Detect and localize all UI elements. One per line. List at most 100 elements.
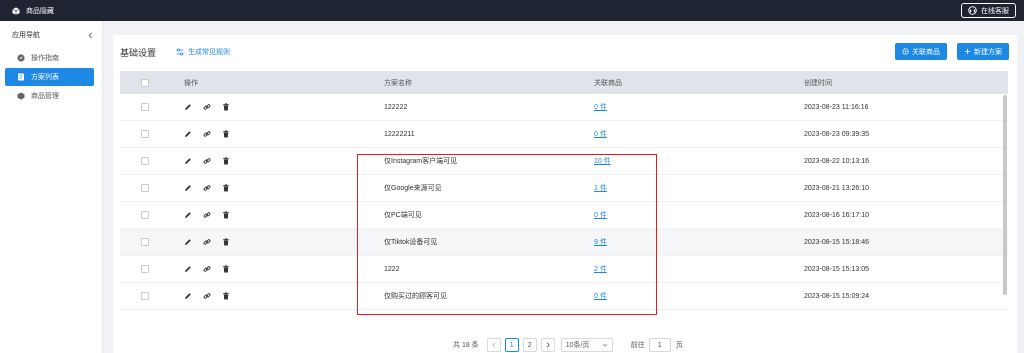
created-time: 2023-08-23 09:39:35 — [804, 130, 869, 138]
linked-products-link[interactable]: 0 件 — [594, 104, 607, 111]
link-icon[interactable] — [203, 130, 211, 138]
plan-name: 122222 — [384, 103, 408, 111]
link-icon[interactable] — [203, 238, 211, 246]
table-row: 仅Tiktok设备可见 9 件 2023-08-15 15:18:46 — [120, 229, 1008, 256]
linked-products-link[interactable]: 10 件 — [594, 158, 611, 165]
chevron-left-icon — [491, 342, 495, 348]
delete-icon[interactable] — [222, 157, 230, 165]
edit-icon[interactable] — [184, 265, 192, 273]
row-checkbox[interactable] — [141, 265, 149, 273]
row-actions — [168, 157, 384, 165]
page-size-value: 10条/页 — [565, 342, 590, 349]
row-actions — [168, 103, 384, 111]
row-actions — [168, 238, 384, 246]
row-checkbox[interactable] — [141, 130, 149, 138]
generate-rules-link[interactable]: 生成常见规则 — [176, 47, 230, 57]
link-products-button[interactable]: 关联商品 — [895, 43, 947, 60]
table-row: 122222 0 件 2023-08-23 11:16:16 — [120, 94, 1008, 121]
support-label: 在线客服 — [981, 7, 1009, 15]
table-scrollbar[interactable] — [1003, 95, 1007, 295]
edit-icon[interactable] — [184, 157, 192, 165]
linked-products-link[interactable]: 0 件 — [594, 212, 607, 219]
edit-icon[interactable] — [184, 238, 192, 246]
row-actions — [168, 211, 384, 219]
delete-icon[interactable] — [222, 103, 230, 111]
link-icon[interactable] — [203, 184, 211, 192]
row-checkbox[interactable] — [141, 157, 149, 165]
plan-name: 仅Instagram客户端可见 — [384, 158, 458, 165]
delete-icon[interactable] — [222, 184, 230, 192]
sidebar-item-guide[interactable]: 操作指南 — [5, 49, 94, 67]
page-size-select[interactable]: 10条/页 — [560, 338, 613, 352]
row-checkbox[interactable] — [141, 238, 149, 246]
app-title: 商品隐藏 — [26, 7, 54, 15]
link-icon[interactable] — [203, 292, 211, 300]
document-icon — [18, 73, 24, 81]
row-checkbox[interactable] — [141, 184, 149, 192]
created-time: 2023-08-15 15:09:24 — [804, 292, 869, 300]
total-count: 共 18 条 — [453, 342, 479, 349]
linked-products-link[interactable]: 2 件 — [594, 266, 607, 273]
edit-icon[interactable] — [184, 103, 192, 111]
created-time: 2023-08-23 11:16:16 — [804, 103, 869, 111]
edit-icon[interactable] — [184, 130, 192, 138]
row-actions — [168, 184, 384, 192]
sidebar-item-label: 方案列表 — [31, 74, 59, 81]
link-products-label: 关联商品 — [912, 48, 940, 56]
table-row: 12222211 0 件 2023-08-23 09:39:35 — [120, 121, 1008, 148]
edit-icon[interactable] — [184, 292, 192, 300]
table-header: 操作 方案名称 关联商品 创建时间 — [120, 71, 1008, 94]
sidebar: 应用导航 操作指南 方案列表 商品管理 — [0, 21, 103, 353]
online-support-button[interactable]: 在线客服 — [961, 3, 1016, 18]
edit-icon[interactable] — [184, 184, 192, 192]
select-all-checkbox[interactable] — [141, 78, 149, 87]
delete-icon[interactable] — [222, 238, 230, 246]
headset-icon — [968, 6, 977, 15]
gear-icon — [902, 48, 909, 55]
goto-page-input[interactable]: 1 — [648, 338, 671, 352]
page-button-2[interactable]: 2 — [522, 338, 537, 352]
linked-products-link[interactable]: 0 件 — [594, 131, 607, 138]
created-time: 2023-08-15 15:18:46 — [804, 238, 869, 246]
linked-products-link[interactable]: 1 件 — [594, 185, 607, 192]
page-button-1[interactable]: 1 — [504, 338, 519, 352]
new-plan-button[interactable]: 新建方案 — [957, 43, 1009, 60]
edit-icon[interactable] — [184, 211, 192, 219]
link-icon[interactable] — [203, 157, 211, 165]
link-icon[interactable] — [203, 265, 211, 273]
sidebar-item-products[interactable]: 商品管理 — [5, 87, 94, 105]
created-time: 2023-08-16 16:17:10 — [804, 211, 869, 219]
pagination: 共 18 条 1 2 10条/页 前往 1 页 — [453, 338, 683, 352]
linked-products-link[interactable]: 0 件 — [594, 293, 607, 300]
row-actions — [168, 292, 384, 300]
row-actions — [168, 130, 384, 138]
generate-rules-label: 生成常见规则 — [188, 49, 230, 56]
link-icon[interactable] — [203, 103, 211, 111]
next-page-button[interactable] — [540, 338, 555, 352]
delete-icon[interactable] — [222, 130, 230, 138]
cube-icon — [17, 92, 25, 100]
collapse-chevron-icon[interactable] — [87, 32, 94, 39]
goto-label: 前往 — [630, 342, 645, 349]
plan-name: 仅购买过的顾客可见 — [384, 293, 447, 300]
link-icon[interactable] — [203, 211, 211, 219]
app-logo: 商品隐藏 — [12, 6, 54, 16]
chevron-down-icon — [602, 343, 607, 347]
table-row: 仅购买过的顾客可见 0 件 2023-08-15 15:09:24 — [120, 283, 1008, 310]
sidebar-item-label: 操作指南 — [31, 55, 59, 62]
row-checkbox[interactable] — [141, 211, 149, 219]
row-checkbox[interactable] — [141, 103, 149, 111]
sidebar-item-plans[interactable]: 方案列表 — [5, 68, 94, 86]
created-time: 2023-08-22 10:13:16 — [804, 157, 869, 165]
page-header: 基础设置 生成常见规则 关联商品 新建方案 — [120, 43, 1016, 61]
delete-icon[interactable] — [222, 292, 230, 300]
linked-products-link[interactable]: 9 件 — [594, 239, 607, 246]
pages-label: 页 — [675, 342, 683, 349]
prev-page-button[interactable] — [486, 338, 501, 352]
row-checkbox[interactable] — [141, 292, 149, 300]
sidebar-item-label: 商品管理 — [31, 93, 59, 100]
plus-icon — [964, 48, 971, 55]
delete-icon[interactable] — [222, 211, 230, 219]
plan-name: 仅Tiktok设备可见 — [384, 239, 438, 246]
delete-icon[interactable] — [222, 265, 230, 273]
